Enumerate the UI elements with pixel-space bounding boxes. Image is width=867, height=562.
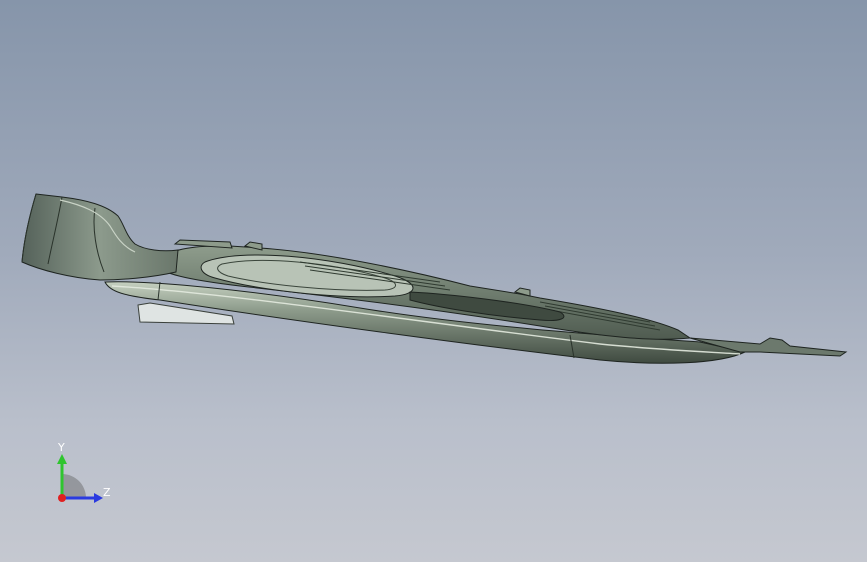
- y-axis-arrow: [57, 454, 67, 464]
- triad-sector: [62, 474, 86, 498]
- z-axis-label: Z: [103, 486, 111, 499]
- x-axis-origin: [58, 494, 66, 502]
- 3d-viewport[interactable]: Y Z: [0, 0, 867, 562]
- cad-model[interactable]: [0, 0, 867, 562]
- intake-nozzle: [21, 193, 179, 281]
- y-axis-label: Y: [57, 441, 65, 454]
- z-axis-arrow: [94, 493, 103, 503]
- axis-triad: Y Z: [57, 441, 111, 503]
